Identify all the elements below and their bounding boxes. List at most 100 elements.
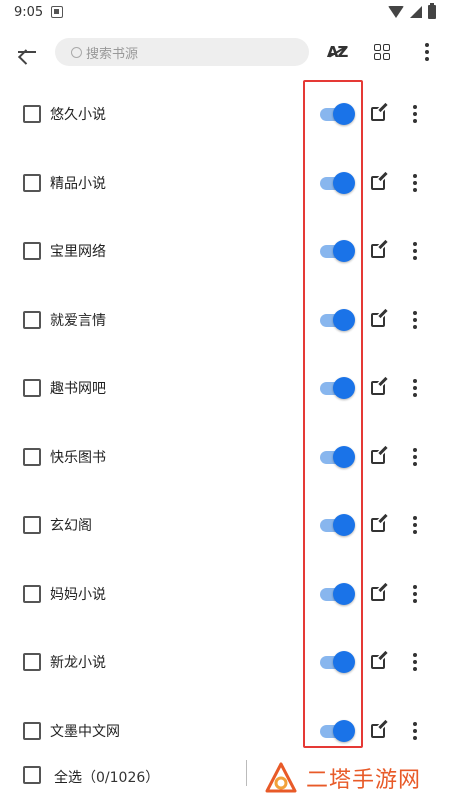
search-icon	[70, 46, 82, 58]
enable-switch[interactable]	[320, 514, 356, 537]
enable-switch[interactable]	[320, 171, 356, 194]
switch-thumb	[333, 582, 355, 605]
watermark: 二塔手游网	[262, 755, 450, 800]
source-name: 文墨中文网	[50, 723, 120, 740]
selection-count: （0/1026）	[82, 770, 160, 786]
edit-button[interactable]	[371, 103, 389, 123]
edit-button[interactable]	[371, 171, 389, 192]
signal-icon	[410, 6, 422, 18]
row-more-button[interactable]	[408, 515, 422, 535]
source-checkbox[interactable]	[23, 173, 41, 192]
source-list: 悠久小说精品小说宝里网络就爱言情趣书网吧快乐图书玄幻阁妈妈小说新龙小说文墨中文网	[0, 80, 450, 765]
source-row[interactable]: 就爱言情	[0, 286, 450, 355]
enable-switch[interactable]	[320, 308, 356, 331]
source-checkbox[interactable]	[23, 379, 41, 398]
source-name: 玄幻阁	[50, 518, 92, 535]
row-more-button[interactable]	[408, 241, 422, 261]
more-vert-icon	[413, 447, 417, 466]
switch-thumb	[333, 719, 355, 742]
source-row[interactable]: 宝里网络	[0, 217, 450, 286]
row-more-button[interactable]	[408, 652, 422, 672]
battery-icon	[428, 3, 436, 19]
source-name: 趣书网吧	[50, 381, 106, 398]
sort-button[interactable]: AZ	[315, 28, 360, 76]
sort-az-icon: AZ	[326, 43, 348, 61]
source-checkbox[interactable]	[23, 721, 41, 740]
row-more-button[interactable]	[408, 584, 422, 604]
edit-button[interactable]	[371, 377, 389, 397]
switch-thumb	[333, 514, 355, 537]
more-vert-icon	[413, 516, 417, 535]
enable-switch[interactable]	[320, 651, 356, 674]
more-vert-icon	[425, 43, 430, 61]
edit-button[interactable]	[371, 445, 389, 466]
source-name: 宝里网络	[50, 244, 106, 261]
enable-switch[interactable]	[320, 240, 356, 263]
source-name: 精品小说	[50, 175, 106, 192]
source-name: 就爱言情	[50, 312, 106, 329]
source-checkbox[interactable]	[23, 516, 41, 535]
source-name: 快乐图书	[50, 449, 106, 466]
source-checkbox[interactable]	[23, 310, 41, 329]
source-row[interactable]: 玄幻阁	[0, 491, 450, 560]
edit-button[interactable]	[371, 582, 389, 603]
edit-button[interactable]	[371, 240, 389, 260]
more-vert-icon	[413, 584, 417, 603]
row-more-button[interactable]	[408, 721, 422, 741]
source-row[interactable]: 新龙小说	[0, 628, 450, 697]
switch-thumb	[333, 445, 355, 468]
wifi-icon	[388, 6, 404, 18]
row-more-button[interactable]	[408, 378, 422, 398]
switch-thumb	[333, 651, 355, 674]
switch-thumb	[333, 308, 355, 331]
enable-switch[interactable]	[320, 582, 356, 605]
watermark-text: 二塔手游网	[306, 767, 422, 793]
edit-button[interactable]	[371, 651, 389, 671]
switch-thumb	[333, 240, 355, 263]
status-bar: 9:05	[0, 0, 450, 24]
select-all-label[interactable]: 全选（0/1026）	[54, 767, 159, 787]
toolbar: 搜索书源 AZ	[0, 28, 450, 76]
status-icons	[388, 3, 436, 19]
row-more-button[interactable]	[408, 310, 422, 330]
more-vert-icon	[413, 310, 417, 329]
enable-switch[interactable]	[320, 719, 356, 742]
source-name: 新龙小说	[50, 655, 106, 672]
more-vert-icon	[413, 173, 417, 192]
search-input[interactable]: 搜索书源	[54, 38, 309, 66]
enable-switch[interactable]	[320, 103, 356, 126]
source-row[interactable]: 快乐图书	[0, 423, 450, 492]
back-button[interactable]	[0, 28, 55, 76]
enable-switch[interactable]	[320, 445, 356, 468]
group-icon	[374, 44, 391, 60]
source-checkbox[interactable]	[23, 105, 41, 124]
more-vert-icon	[413, 721, 417, 740]
more-vert-icon	[413, 105, 417, 124]
source-row[interactable]: 妈妈小说	[0, 560, 450, 629]
source-row[interactable]: 趣书网吧	[0, 354, 450, 423]
toolbar-more-button[interactable]	[405, 28, 450, 76]
source-checkbox[interactable]	[23, 447, 41, 466]
enable-switch[interactable]	[320, 377, 356, 400]
source-checkbox[interactable]	[23, 242, 41, 261]
bottom-divider	[246, 760, 247, 786]
switch-thumb	[333, 103, 355, 126]
group-button[interactable]	[360, 28, 405, 76]
search-placeholder: 搜索书源	[85, 46, 138, 62]
notification-icon	[51, 6, 64, 18]
back-arrow-icon	[18, 51, 37, 53]
select-all-text: 全选	[54, 770, 82, 786]
source-checkbox[interactable]	[23, 584, 41, 603]
source-row[interactable]: 悠久小说	[0, 80, 450, 149]
select-all-checkbox[interactable]	[23, 766, 41, 784]
more-vert-icon	[413, 379, 417, 398]
watermark-logo-icon	[265, 762, 297, 792]
edit-button[interactable]	[371, 514, 389, 534]
row-more-button[interactable]	[408, 447, 422, 467]
row-more-button[interactable]	[408, 173, 422, 193]
row-more-button[interactable]	[408, 104, 422, 124]
source-checkbox[interactable]	[23, 653, 41, 672]
edit-button[interactable]	[371, 719, 389, 740]
source-row[interactable]: 精品小说	[0, 149, 450, 218]
edit-button[interactable]	[371, 308, 389, 329]
